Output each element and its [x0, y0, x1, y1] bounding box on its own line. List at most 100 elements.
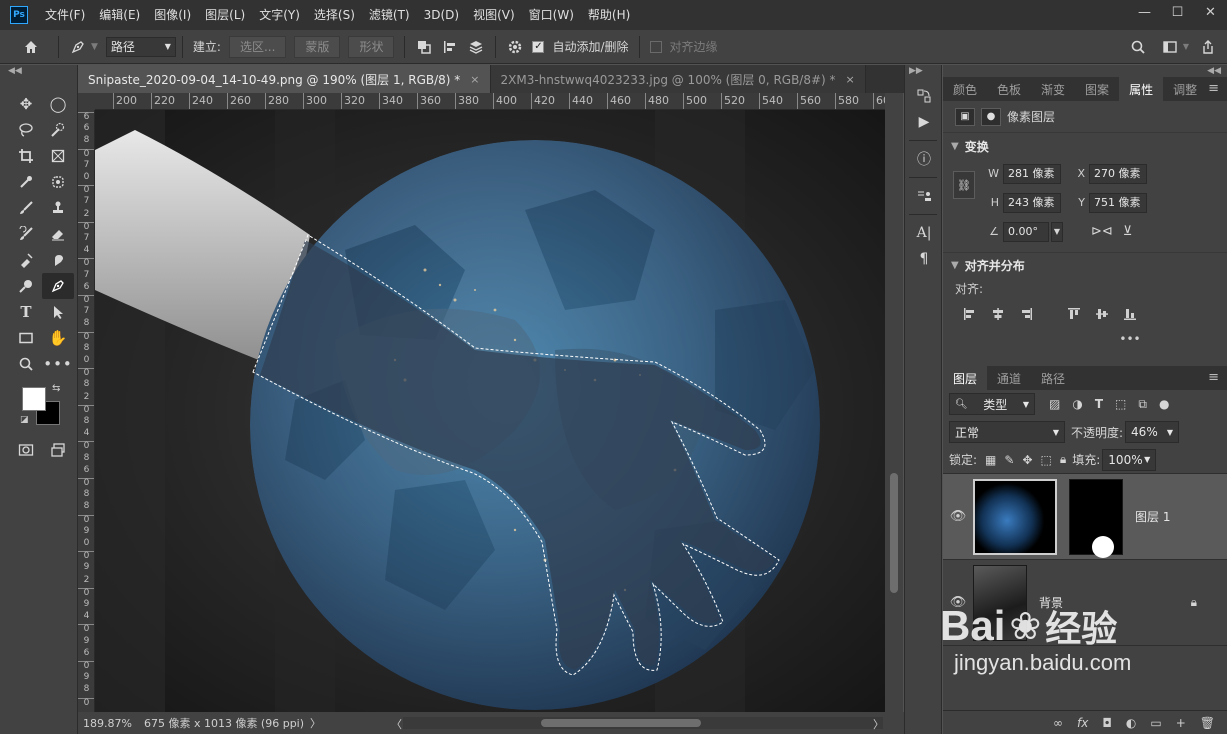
flip-vertical-icon[interactable]: ⊻ [1123, 224, 1133, 239]
pen-tool-icon[interactable] [65, 34, 91, 60]
eye-icon[interactable]: 👁︎ [943, 509, 973, 524]
panel-menu-icon[interactable]: ≡ [1208, 370, 1219, 385]
layer-item-background[interactable]: 👁︎ 背景 🔒︎ [943, 560, 1227, 646]
path-operations-icon[interactable] [411, 34, 437, 60]
make-selection-button[interactable]: 选区... [228, 35, 287, 58]
move-tool-icon[interactable]: ✥ [10, 91, 42, 117]
lock-artboard-icon[interactable]: ⬚ [1041, 453, 1052, 467]
quick-selection-icon[interactable] [42, 117, 74, 143]
layer-mask-icon[interactable]: ● [981, 107, 1001, 126]
transform-section-header[interactable]: ▼ 变换 [943, 133, 1227, 159]
screen-mode-icon[interactable] [42, 437, 74, 463]
collapse-icon[interactable]: ◀◀ [0, 65, 77, 77]
search-icon[interactable] [1125, 34, 1151, 60]
rectangle-tool-icon[interactable] [10, 325, 42, 351]
tab-swatches[interactable]: 色板 [987, 77, 1031, 101]
color-swatches[interactable]: ⇆ ◪ [20, 383, 68, 429]
zoom-level[interactable]: 189.87% [80, 717, 135, 730]
scroll-left-icon[interactable]: 〈 [388, 716, 405, 732]
ellipse-marquee-icon[interactable]: ◯ [42, 91, 74, 117]
gradient-icon[interactable] [10, 247, 42, 273]
horizontal-scrollbar-thumb[interactable] [541, 719, 701, 727]
tab-patterns[interactable]: 图案 [1075, 77, 1119, 101]
align-vertical-center-icon[interactable] [1091, 304, 1113, 324]
path-alignment-icon[interactable] [437, 34, 463, 60]
height-field[interactable]: 243 像素 [1003, 192, 1061, 213]
layer-mask-thumbnail[interactable] [1069, 478, 1123, 558]
lock-position-icon[interactable]: ✥ [1022, 453, 1032, 467]
filter-shape-icon[interactable]: ⬚ [1115, 397, 1126, 411]
align-section-header[interactable]: ▼ 对齐并分布 [943, 252, 1227, 278]
lasso-icon[interactable] [10, 117, 42, 143]
more-options-icon[interactable]: ••• [943, 328, 1227, 350]
angle-field[interactable]: 0.00° [1003, 221, 1049, 242]
layer-filter-select[interactable]: 🔍︎ 类型 ▼ [949, 393, 1035, 415]
layer-name[interactable]: 背景 [1039, 594, 1063, 611]
gear-icon[interactable] [502, 34, 528, 60]
smudge-icon[interactable] [42, 247, 74, 273]
path-mode-select[interactable]: 路径 ▼ [105, 36, 176, 57]
close-icon[interactable]: × [846, 73, 855, 86]
lock-pixels-icon[interactable]: ✎ [1004, 453, 1014, 467]
align-edges-checkbox[interactable] [649, 40, 662, 53]
tab-channels[interactable]: 通道 [987, 366, 1031, 390]
default-colors-icon[interactable]: ◪ [20, 415, 29, 425]
chevron-down-icon[interactable]: ▼ [1051, 221, 1063, 242]
canvas-image[interactable] [95, 110, 885, 712]
opacity-field[interactable]: 46% ▼ [1125, 421, 1180, 443]
pen-tool-icon[interactable] [42, 273, 74, 299]
type-tool-icon[interactable]: T [10, 299, 42, 325]
path-arrangement-icon[interactable] [463, 34, 489, 60]
auto-add-delete-checkbox[interactable]: ✓ [532, 40, 545, 53]
align-top-icon[interactable] [1063, 304, 1085, 324]
align-bottom-icon[interactable] [1119, 304, 1141, 324]
filter-type-icon[interactable]: T [1095, 397, 1103, 411]
filter-adjustment-icon[interactable]: ◑ [1072, 397, 1082, 411]
menu-help[interactable]: 帮助(H) [581, 0, 637, 30]
layer-name[interactable]: 图层 1 [1135, 508, 1170, 525]
horizontal-scrollbar[interactable] [403, 717, 883, 729]
flip-horizontal-icon[interactable]: ⊳⊲ [1091, 224, 1113, 239]
brush-icon[interactable] [10, 195, 42, 221]
tab-color[interactable]: 颜色 [943, 77, 987, 101]
canvas[interactable] [95, 110, 885, 712]
make-mask-button[interactable]: 蒙版 [294, 35, 341, 58]
info-icon[interactable]: ⓘ [905, 146, 943, 172]
history-panel-icon[interactable] [905, 83, 943, 109]
spot-healing-icon[interactable] [42, 169, 74, 195]
filter-toggle-icon[interactable]: ● [1159, 397, 1169, 411]
delete-layer-icon[interactable]: 🗑 [1200, 716, 1215, 730]
x-field[interactable]: 270 像素 [1089, 163, 1147, 184]
width-field[interactable]: 281 像素 [1003, 163, 1061, 184]
make-shape-button[interactable]: 形状 [348, 35, 395, 58]
menu-view[interactable]: 视图(V) [466, 0, 522, 30]
eyedropper-icon[interactable] [10, 169, 42, 195]
add-mask-icon[interactable]: ◘ [1102, 716, 1112, 730]
quick-mask-icon[interactable] [10, 437, 42, 463]
dodge-icon[interactable] [10, 273, 42, 299]
foreground-color[interactable] [22, 387, 46, 411]
tab-gradients[interactable]: 渐变 [1031, 77, 1075, 101]
tab-document-1[interactable]: Snipaste_2020-09-04_14-10-49.png @ 190% … [78, 65, 491, 93]
workspace-icon[interactable] [1157, 34, 1183, 60]
menu-type[interactable]: 文字(Y) [252, 0, 307, 30]
stamp-icon[interactable] [42, 195, 74, 221]
new-layer-icon[interactable]: + [1176, 716, 1186, 730]
character-panel-icon[interactable]: A| [905, 220, 943, 246]
new-group-icon[interactable]: ▭ [1150, 716, 1161, 730]
clone-source-icon[interactable] [905, 183, 943, 209]
fill-field[interactable]: 100% ▼ [1102, 448, 1157, 471]
chevron-down-icon[interactable]: ▼ [91, 42, 98, 52]
align-horizontal-center-icon[interactable] [987, 304, 1009, 324]
tab-properties[interactable]: 属性 [1119, 77, 1164, 101]
tab-document-2[interactable]: 2XM3-hnstwwq4023233.jpg @ 100% (图层 0, RG… [490, 65, 866, 93]
collapse-icon[interactable]: ▶▶ [905, 65, 941, 77]
blend-mode-select[interactable]: 正常 ▼ [949, 421, 1065, 443]
y-field[interactable]: 751 像素 [1089, 192, 1147, 213]
link-icon[interactable]: ⛓ [953, 171, 975, 199]
scroll-right-icon[interactable]: 〉 [870, 716, 887, 732]
menu-file[interactable]: 文件(F) [38, 0, 92, 30]
minimize-button[interactable]: — [1128, 0, 1161, 24]
vertical-scrollbar[interactable] [885, 93, 903, 712]
tab-paths[interactable]: 路径 [1031, 366, 1075, 390]
